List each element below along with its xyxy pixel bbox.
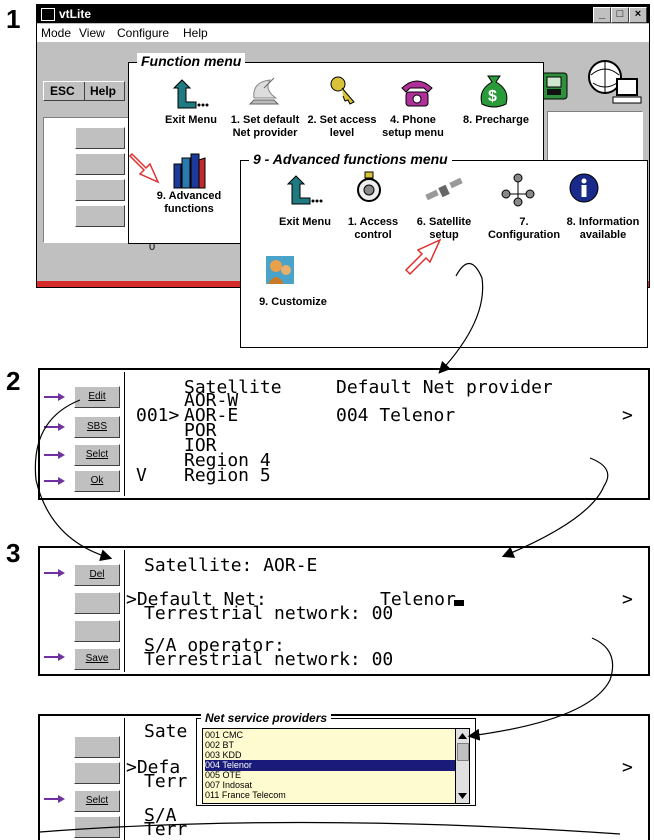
connector-arrows	[34, 262, 621, 835]
